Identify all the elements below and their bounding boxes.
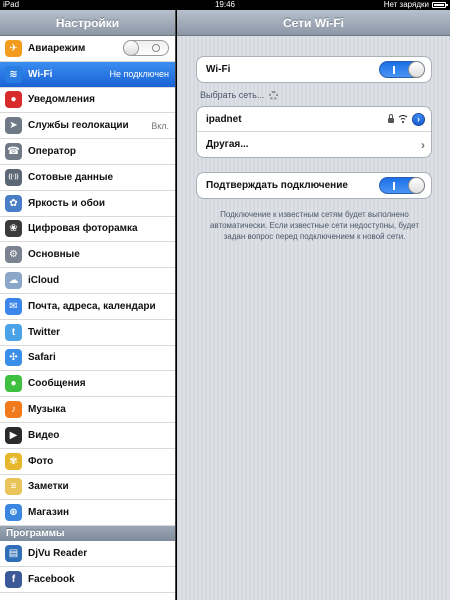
picture-frame-icon: ❀ — [5, 220, 22, 238]
cellular-icon: ((·)) — [5, 168, 22, 186]
network-name: ipadnet — [206, 113, 242, 125]
sidebar-item-value: Вкл. — [151, 120, 169, 131]
sidebar-item-location[interactable]: ➤ Службы геолокации Вкл. — [0, 113, 175, 140]
sidebar-item-photos[interactable]: ✾ Фото — [0, 448, 175, 475]
wifi-row: Wi-Fi — [197, 57, 431, 82]
wifi-toggle-group: Wi-Fi — [196, 56, 432, 83]
sidebar-item-picture-frame[interactable]: ❀ Цифровая фоторамка — [0, 216, 175, 243]
safari-icon: ✣ — [5, 349, 22, 367]
sidebar-item-label: Основные — [28, 249, 80, 261]
ask-to-join-note: Подключение к известным сетям будет выпо… — [209, 210, 420, 241]
sidebar-item-facebook[interactable]: f Facebook — [0, 566, 175, 593]
detail-title: Сети Wi-Fi — [177, 10, 450, 36]
sidebar-item-label: Wi-Fi — [28, 68, 53, 80]
messages-icon: ● — [5, 375, 22, 393]
sidebar-item-notifications[interactable]: ● Уведомления — [0, 87, 175, 114]
location-icon: ➤ — [5, 117, 22, 135]
sidebar-item-label: Заметки — [28, 481, 69, 493]
network-info-button[interactable]: › — [412, 112, 425, 126]
other-network-row[interactable]: Другая... › — [197, 132, 431, 157]
wifi-label: Wi-Fi — [206, 64, 231, 75]
network-row-ipadnet[interactable]: ipadnet › — [197, 107, 431, 132]
sidebar-item-label: Магазин — [28, 507, 70, 519]
ask-to-join-group: Подтверждать подключение — [196, 172, 432, 199]
sidebar-item-twitter[interactable]: t Twitter — [0, 319, 175, 346]
sidebar-item-label: Уведомления — [28, 94, 95, 106]
other-network-label: Другая... — [206, 139, 249, 150]
sidebar-item-label: Twitter — [28, 326, 61, 338]
sidebar-item-video[interactable]: ▶ Видео — [0, 422, 175, 449]
twitter-icon: t — [5, 323, 22, 341]
sidebar-item-brightness[interactable]: ✿ Яркость и обои — [0, 190, 175, 217]
brightness-icon: ✿ — [5, 194, 22, 212]
sidebar-item-label: DjVu Reader — [28, 548, 88, 560]
sidebar-item-airplane[interactable]: ✈ Авиарежим — [0, 36, 175, 62]
ask-to-join-label: Подтверждать подключение — [206, 180, 348, 191]
mail-icon: ✉ — [5, 297, 22, 315]
chevron-right-icon: › — [421, 137, 425, 152]
sidebar-item-carrier[interactable]: ☎ Оператор — [0, 139, 175, 165]
status-time: 19:46 — [214, 0, 236, 9]
music-icon: ♪ — [5, 401, 22, 419]
apps-section-header: Программы — [0, 526, 175, 542]
sidebar-item-label: Оператор — [28, 146, 77, 158]
sidebar-item-label: Почта, адреса, календари — [28, 300, 156, 312]
charging-status: Нет зарядки — [383, 0, 429, 9]
sidebar-item-notes[interactable]: ≡ Заметки — [0, 474, 175, 501]
loading-spinner-icon — [269, 90, 279, 100]
sidebar-item-gear[interactable]: ⚙ Основные — [0, 242, 175, 269]
sidebar-item-label: Авиарежим — [28, 42, 86, 54]
ask-to-join-row: Подтверждать подключение — [197, 173, 431, 198]
sidebar-list: ✈ Авиарежим ≋ Wi-Fi Не подключен ● Уведомления… — [0, 36, 175, 527]
wifi-icon: ≋ — [5, 65, 22, 83]
notifications-icon: ● — [5, 91, 22, 109]
sidebar-item-safari[interactable]: ✣ Safari — [0, 345, 175, 372]
networks-group: ipadnet › Другая... › — [196, 106, 432, 158]
sidebar-title: Настройки — [0, 10, 175, 36]
sidebar-item-mail[interactable]: ✉ Почта, адреса, календари — [0, 293, 175, 320]
sidebar-item-djvu-reader[interactable]: ▤ DjVu Reader — [0, 541, 175, 567]
icloud-icon: ☁ — [5, 272, 22, 290]
sidebar-item-label: Цифровая фоторамка — [28, 223, 138, 235]
ask-to-join-toggle[interactable] — [379, 177, 425, 194]
sidebar-item-wifi[interactable]: ≋ Wi-Fi Не подключен — [0, 61, 175, 88]
carrier-icon: ☎ — [5, 143, 22, 161]
choose-network-text: Выбрать сеть... — [200, 90, 265, 100]
sidebar-item-label: Сообщения — [28, 378, 86, 390]
photos-icon: ✾ — [5, 452, 22, 470]
airplane-mode-toggle[interactable] — [123, 40, 169, 57]
status-bar: iPad 19:46 Нет зарядки — [0, 0, 450, 10]
battery-status: Нет зарядки — [383, 0, 448, 10]
notes-icon: ≡ — [5, 478, 22, 496]
djvu-reader-icon: ▤ — [5, 545, 22, 563]
sidebar-item-messages[interactable]: ● Сообщения — [0, 371, 175, 398]
choose-network-label: Выбрать сеть... — [200, 90, 279, 100]
wifi-signal-icon — [398, 115, 408, 123]
store-icon: ⊕ — [5, 504, 22, 522]
wifi-detail-pane: Сети Wi-Fi Wi-Fi Выбрать сеть... ipadnet… — [177, 10, 450, 600]
lock-icon — [388, 114, 394, 123]
sidebar-item-label: Музыка — [28, 404, 66, 416]
sidebar-item-cellular[interactable]: ((·)) Сотовые данные — [0, 164, 175, 191]
sidebar-item-value: Не подключен — [109, 69, 169, 80]
airplane-icon: ✈ — [5, 39, 22, 57]
sidebar-item-label: Фото — [28, 455, 54, 467]
sidebar-item-label: Яркость и обои — [28, 197, 105, 209]
sidebar-item-label: Сотовые данные — [28, 171, 114, 183]
apps-list: ▤ DjVu Reader f Facebook — [0, 541, 175, 593]
sidebar-item-music[interactable]: ♪ Музыка — [0, 397, 175, 423]
sidebar-item-label: iCloud — [28, 275, 60, 287]
sidebar-item-label: Safari — [28, 352, 56, 364]
gear-icon: ⚙ — [5, 246, 22, 264]
wifi-toggle[interactable] — [379, 61, 425, 78]
sidebar-item-label: Службы геолокации — [28, 120, 129, 132]
settings-sidebar: Настройки ✈ Авиарежим ≋ Wi-Fi Не подключен ● У… — [0, 10, 176, 600]
facebook-icon: f — [5, 570, 22, 588]
sidebar-item-icloud[interactable]: ☁ iCloud — [0, 268, 175, 294]
battery-icon — [432, 2, 448, 8]
video-icon: ▶ — [5, 426, 22, 444]
sidebar-item-label: Facebook — [28, 573, 75, 585]
sidebar-item-store[interactable]: ⊕ Магазин — [0, 500, 175, 527]
sidebar-item-label: Видео — [28, 429, 60, 441]
